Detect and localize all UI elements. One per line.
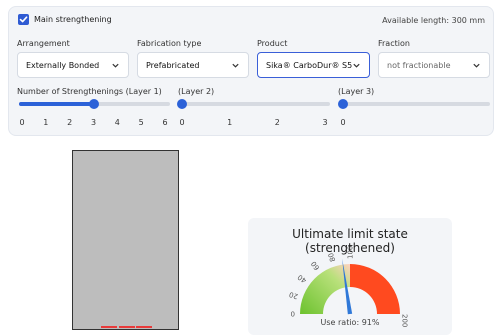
gauge-tick-label: 0	[291, 310, 295, 318]
layer1-tick-label: 3	[90, 118, 97, 127]
layer1-tick-label: 0	[19, 118, 25, 127]
chevron-down-icon	[112, 63, 119, 68]
chevron-down-icon	[473, 63, 480, 68]
main-strengthening-row[interactable]: Main strengthening	[18, 14, 112, 25]
product-value: Sika® CarboDur® S512	[266, 60, 352, 70]
fraction-select[interactable]: not fractionable	[378, 52, 490, 78]
layer1-tick-label: 4	[114, 118, 120, 127]
layer1-tick-label: 6	[162, 118, 168, 127]
beam-cross-section	[72, 150, 179, 330]
layer1-slider-thumb[interactable]	[88, 99, 99, 109]
gauge-tick-label: 20	[288, 290, 299, 300]
fraction-label: Fraction	[378, 39, 410, 48]
frp-strip	[119, 326, 135, 328]
chevron-down-icon	[353, 63, 360, 68]
layer2-slider-track[interactable]	[179, 102, 330, 106]
layer3-slider-track[interactable]	[340, 102, 490, 106]
fraction-value: not fractionable	[387, 60, 451, 70]
fabrication-type-label: Fabrication type	[137, 39, 202, 48]
layer2-tick-label: 0	[179, 118, 185, 127]
layer3-slider-label: (Layer 3)	[338, 87, 375, 96]
layer2-slider-label: (Layer 2)	[178, 87, 215, 96]
use-ratio-text: Use ratio: 91%	[320, 318, 380, 327]
layer3-tick-label: 0	[340, 118, 346, 127]
layer1-tick-label: 5	[138, 118, 144, 127]
layer2-tick-label: 1	[227, 118, 233, 127]
arrangement-select[interactable]: Externally Bonded	[17, 52, 129, 78]
layer1-tick-label: 2	[67, 118, 73, 127]
frp-strip	[101, 326, 117, 328]
fabrication-type-value: Prefabricated	[146, 60, 200, 70]
frp-strip	[136, 326, 152, 328]
layer1-slider-label: Number of Strengthenings (Layer 1)	[17, 87, 162, 96]
layer2-tick-label: 2	[274, 118, 280, 127]
layer3-slider-thumb[interactable]	[338, 99, 348, 109]
layer1-slider-fill	[19, 102, 94, 106]
gauge-danger-band	[350, 264, 400, 314]
arrangement-value: Externally Bonded	[26, 60, 100, 70]
fabrication-type-select[interactable]: Prefabricated	[137, 52, 249, 78]
main-strengthening-checkbox[interactable]	[18, 14, 29, 25]
layer2-tick-label: 3	[322, 118, 328, 127]
main-strengthening-label: Main strengthening	[34, 15, 112, 24]
layer1-tick-label: 1	[43, 118, 49, 127]
product-label: Product	[257, 39, 288, 48]
layer2-slider-thumb[interactable]	[177, 99, 187, 109]
check-icon	[19, 16, 28, 23]
available-length-text: Available length: 300 mm	[382, 16, 485, 25]
chevron-down-icon	[232, 63, 239, 68]
gauge-safe-band	[300, 264, 350, 314]
product-select[interactable]: Sika® CarboDur® S512	[257, 52, 370, 78]
gauge-tick-label: 60	[310, 260, 322, 272]
gauge-tick-label: 40	[296, 273, 308, 285]
arrangement-label: Arrangement	[17, 39, 70, 48]
uls-gauge-card: 0 20 40 60 80 100 200 Ultimate limit state (st…	[248, 218, 452, 335]
gauge-title: Ultimate limit state (strengthened)	[292, 227, 408, 255]
